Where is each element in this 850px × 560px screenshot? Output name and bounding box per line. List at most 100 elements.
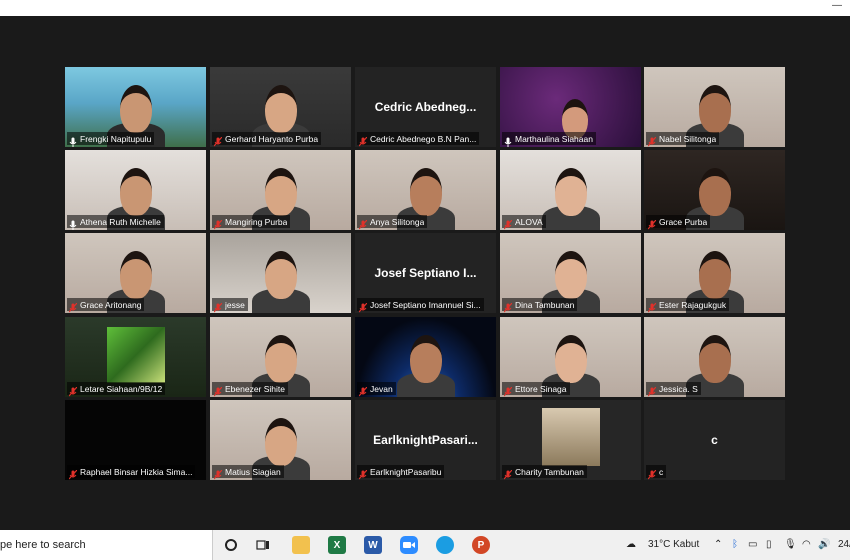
taskbar-search-box[interactable]: pe here to search <box>0 530 213 560</box>
participant-name: Ebenezer Sihite <box>225 383 286 394</box>
participant-tile[interactable]: Ester Rajagukguk <box>644 233 785 313</box>
participant-name-label: Mangiring Purba <box>212 215 291 229</box>
participant-tile[interactable]: Grace Aritonang <box>65 233 206 313</box>
participant-tile[interactable]: Cedric Abedneg... Cedric Abednego B.N Pan… <box>355 67 496 147</box>
participant-name: c <box>659 466 664 477</box>
participant-name-label: Josef Septiano Imannuel Si... <box>357 298 484 312</box>
participant-name: Ester Rajagukguk <box>659 299 727 310</box>
participant-name: Athena Ruth Michelle <box>80 216 161 227</box>
participant-name: Raphael Binsar Hizkia Sima... <box>80 466 193 477</box>
weather-text[interactable]: 31°C Kabut <box>648 539 699 550</box>
participant-tile[interactable]: cc <box>644 400 785 480</box>
zoom-icon[interactable] <box>400 536 418 554</box>
participant-name: Gerhard Haryanto Purba <box>225 133 319 144</box>
file-explorer-icon[interactable] <box>292 536 310 554</box>
participant-name: Jevan <box>370 383 393 394</box>
participant-tile[interactable]: Mangiring Purba <box>210 150 351 230</box>
muted-microphone-icon <box>647 217 657 229</box>
muted-microphone-icon <box>503 384 513 396</box>
windows-taskbar: pe here to search X W P ☁ 31°C Kabut ⌃ ᛒ… <box>0 530 850 560</box>
participant-tile[interactable]: Matius Siagian <box>210 400 351 480</box>
weather-icon[interactable]: ☁ <box>626 539 636 550</box>
muted-microphone-icon <box>68 300 78 312</box>
word-icon[interactable]: W <box>364 536 382 554</box>
participant-tile[interactable]: Jevan <box>355 317 496 397</box>
participant-face <box>265 335 297 383</box>
microphone-icon <box>69 217 77 230</box>
participant-face <box>120 85 152 133</box>
participant-tile[interactable]: Anya Silitonga <box>355 150 496 230</box>
participant-tile[interactable]: Grace Purba <box>644 150 785 230</box>
participant-face <box>410 335 442 383</box>
participant-name: jesse <box>225 299 245 310</box>
participant-tile[interactable]: ALOVA <box>500 150 641 230</box>
gallery-view: Frengki Napitupulu Gerhard Haryanto Purba… <box>0 16 850 530</box>
participant-tile[interactable]: Athena Ruth Michelle <box>65 150 206 230</box>
avatar <box>107 327 165 383</box>
task-view-icon[interactable] <box>254 536 272 554</box>
muted-microphone-icon <box>213 217 223 229</box>
participant-name: EarlknightPasaribu <box>370 466 442 477</box>
participant-tile[interactable]: Dina Tambunan <box>500 233 641 313</box>
muted-microphone-icon <box>503 217 513 229</box>
participant-name: Letare Siahaan/9B/12 <box>80 383 163 394</box>
participant-face <box>265 85 297 133</box>
battery-icon[interactable]: ▯ <box>766 539 772 550</box>
excel-icon[interactable]: X <box>328 536 346 554</box>
minimize-button[interactable]: — <box>832 1 842 11</box>
participant-name: Marthaulina Siahaan <box>515 133 593 144</box>
participant-name-label: Raphael Binsar Hizkia Sima... <box>67 465 196 479</box>
wifi-icon[interactable]: ◠ <box>802 539 811 550</box>
participant-name-label: Ebenezer Sihite <box>212 382 289 396</box>
muted-microphone-icon <box>68 384 78 396</box>
clock[interactable]: 24/ <box>838 539 850 550</box>
participant-name-label: Anya Silitonga <box>357 215 428 229</box>
participant-name-label: Jessica. S <box>646 382 701 396</box>
bluetooth-icon[interactable]: ᛒ <box>732 539 738 550</box>
participant-name-label: Letare Siahaan/9B/12 <box>67 382 166 396</box>
powerpoint-icon[interactable]: P <box>472 536 490 554</box>
participant-tile[interactable]: Nabel Silitonga <box>644 67 785 147</box>
participant-name-label: c <box>646 465 667 479</box>
muted-microphone-icon <box>213 134 223 146</box>
participant-tile[interactable]: Ettore Sinaga <box>500 317 641 397</box>
participant-face <box>265 251 297 299</box>
participant-name-label: ALOVA <box>502 215 546 229</box>
muted-microphone-icon <box>213 467 223 479</box>
participant-tile[interactable]: EarlknightPasari... EarlknightPasaribu <box>355 400 496 480</box>
participant-face <box>555 335 587 383</box>
participant-name: ALOVA <box>515 216 543 227</box>
participant-name: Mangiring Purba <box>225 216 288 227</box>
chevron-up-icon[interactable]: ⌃ <box>714 539 722 550</box>
usb-icon[interactable]: ▭ <box>748 539 757 550</box>
cortana-icon[interactable] <box>222 536 240 554</box>
participant-name: Josef Septiano Imannuel Si... <box>370 299 481 310</box>
participant-tile[interactable]: jesse <box>210 233 351 313</box>
participant-name: Cedric Abednego B.N Pan... <box>370 133 477 144</box>
microphone-icon <box>69 134 77 147</box>
participant-face <box>120 251 152 299</box>
participant-tile[interactable]: Jessica. S <box>644 317 785 397</box>
participant-face <box>699 85 731 133</box>
microphone-icon[interactable]: 🎙 <box>784 539 797 550</box>
participant-name: Jessica. S <box>659 383 698 394</box>
participant-tile[interactable]: Letare Siahaan/9B/12 <box>65 317 206 397</box>
participant-face <box>555 251 587 299</box>
participant-face <box>265 168 297 216</box>
participant-tile[interactable]: Josef Septiano I... Josef Septiano Imannu… <box>355 233 496 313</box>
participant-tile[interactable]: Raphael Binsar Hizkia Sima... <box>65 400 206 480</box>
participant-tile[interactable]: Frengki Napitupulu <box>65 67 206 147</box>
participant-tile[interactable]: Marthaulina Siahaan <box>500 67 641 147</box>
volume-icon[interactable]: 🔊 <box>818 539 830 550</box>
participant-name-label: Cedric Abednego B.N Pan... <box>357 132 480 146</box>
participant-name: Ettore Sinaga <box>515 383 567 394</box>
participant-name-label: Ettore Sinaga <box>502 382 570 396</box>
participant-tile[interactable]: Charity Tambunan <box>500 400 641 480</box>
muted-microphone-icon <box>213 300 223 312</box>
participant-tile[interactable]: Ebenezer Sihite <box>210 317 351 397</box>
participant-tile[interactable]: Gerhard Haryanto Purba <box>210 67 351 147</box>
participant-face <box>555 168 587 216</box>
edge-icon[interactable] <box>436 536 454 554</box>
participant-name-label: Frengki Napitupulu <box>67 132 155 147</box>
participant-name: Nabel Silitonga <box>659 133 717 144</box>
